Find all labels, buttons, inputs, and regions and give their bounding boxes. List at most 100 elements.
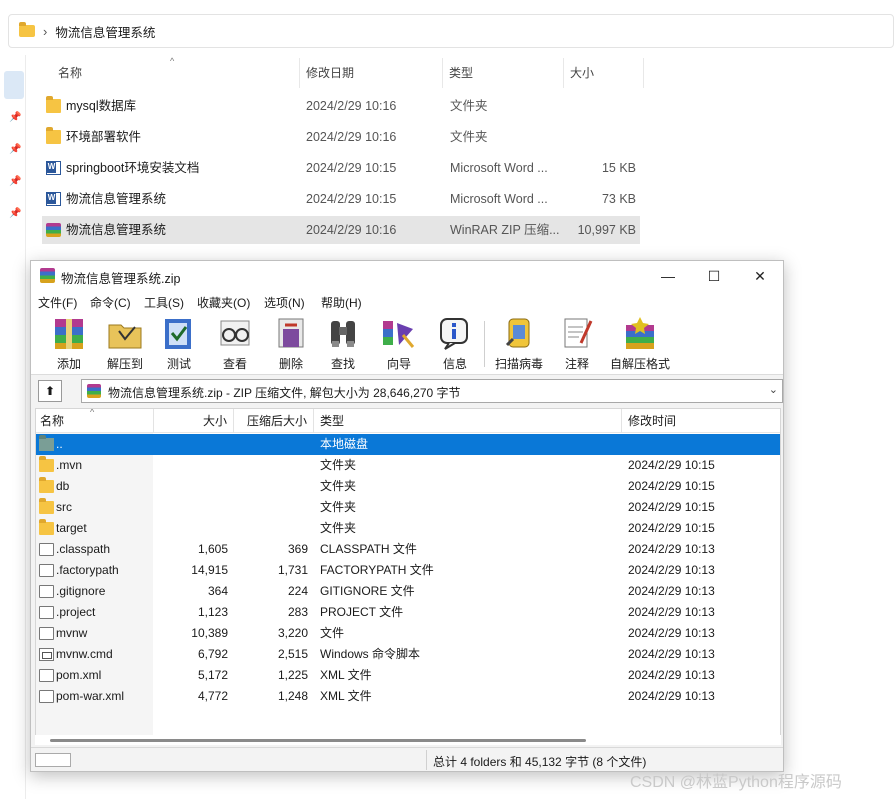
entry-type: 文件 xyxy=(320,626,345,640)
entry-modified: 2024/2/29 10:13 xyxy=(628,647,715,661)
entry-modified: 2024/2/29 10:13 xyxy=(628,626,715,640)
list-row[interactable]: target 文件夹 2024/2/29 10:15 xyxy=(36,518,780,539)
nav-selected-item[interactable] xyxy=(4,71,24,99)
menu-help[interactable]: 帮助(H) xyxy=(321,294,362,311)
add-button[interactable]: 添加 xyxy=(45,315,93,373)
zip-archive-icon xyxy=(87,384,101,398)
explorer-row[interactable]: springboot环境安装文档 2024/2/29 10:15 Microso… xyxy=(42,154,640,182)
watermark-text: CSDN @林蓝Python程序源码 xyxy=(630,774,842,791)
scan-virus-button[interactable]: 扫描病毒 xyxy=(493,315,545,373)
entry-modified: 2024/2/29 10:13 xyxy=(628,689,715,703)
explorer-row[interactable]: 环境部署软件 2024/2/29 10:16 文件夹 xyxy=(42,123,640,151)
sfx-button[interactable]: 自解压格式 xyxy=(609,315,671,373)
comment-label: 注释 xyxy=(564,357,589,371)
pin-icon[interactable]: 📌 xyxy=(9,113,21,123)
view-button[interactable]: 查看 xyxy=(213,315,257,373)
scrollbar-thumb[interactable] xyxy=(50,739,586,742)
comment-icon xyxy=(557,315,597,351)
explorer-row-selected[interactable]: 物流信息管理系统 2024/2/29 10:16 WinRAR ZIP 压缩..… xyxy=(42,216,640,244)
list-column-type[interactable]: 类型 xyxy=(314,409,622,433)
winrar-window: 物流信息管理系统.zip — ☐ ✕ 文件(F) 命令(C) 工具(S) 收藏夹… xyxy=(30,260,784,772)
add-archive-icon xyxy=(49,315,89,351)
list-row[interactable]: .mvn 文件夹 2024/2/29 10:15 xyxy=(36,455,780,476)
menu-favorites[interactable]: 收藏夹(O) xyxy=(197,294,250,311)
explorer-row[interactable]: mysql数据库 2024/2/29 10:16 文件夹 xyxy=(42,92,640,120)
list-column-name[interactable]: 名称 xyxy=(36,409,154,433)
file-date: 2024/2/29 10:15 xyxy=(306,192,397,206)
info-label: 信息 xyxy=(442,357,467,371)
entry-modified: 2024/2/29 10:13 xyxy=(628,584,715,598)
list-row[interactable]: .factorypath 14,915 1,731 FACTORYPATH 文件… xyxy=(36,560,780,581)
menu-commands[interactable]: 命令(C) xyxy=(90,294,131,311)
entry-packed: 1,731 xyxy=(277,563,308,577)
entry-name: pom.xml xyxy=(56,668,102,682)
folder-icon xyxy=(39,456,54,472)
list-row[interactable]: pom.xml 5,172 1,225 XML 文件 2024/2/29 10:… xyxy=(36,665,780,686)
file-type: Microsoft Word ... xyxy=(450,192,548,206)
list-row[interactable]: mvnw.cmd 6,792 2,515 Windows 命令脚本 2024/2… xyxy=(36,644,780,665)
list-row[interactable]: .gitignore 364 224 GITIGNORE 文件 2024/2/2… xyxy=(36,581,780,602)
list-row[interactable]: pom-war.xml 4,772 1,248 XML 文件 2024/2/29… xyxy=(36,686,780,707)
menu-file[interactable]: 文件(F) xyxy=(38,294,77,311)
minimize-button[interactable]: — xyxy=(645,261,691,291)
close-button[interactable]: ✕ xyxy=(737,261,783,291)
info-button[interactable]: 信息 xyxy=(433,315,477,373)
explorer-row[interactable]: 物流信息管理系统 2024/2/29 10:15 Microsoft Word … xyxy=(42,185,640,213)
list-row[interactable]: .project 1,123 283 PROJECT 文件 2024/2/29 … xyxy=(36,602,780,623)
test-button[interactable]: 测试 xyxy=(157,315,201,373)
pin-icon[interactable]: 📌 xyxy=(9,145,21,155)
path-row: ⬆ 物流信息管理系统.zip - ZIP 压缩文件, 解包大小为 28,646,… xyxy=(31,376,783,406)
address-bar[interactable]: › 物流信息管理系统 xyxy=(8,14,894,48)
column-date[interactable]: 修改日期 xyxy=(300,58,443,88)
list-row-selected[interactable]: .. 本地磁盘 xyxy=(36,434,780,455)
comment-button[interactable]: 注释 xyxy=(557,315,597,373)
find-button[interactable]: 查找 xyxy=(321,315,365,373)
column-name[interactable]: 名称 xyxy=(42,58,300,88)
list-row[interactable]: src 文件夹 2024/2/29 10:15 xyxy=(36,497,780,518)
delete-icon xyxy=(271,315,311,351)
chevron-right-icon[interactable]: › xyxy=(43,24,47,39)
up-arrow-icon: ⬆ xyxy=(44,384,56,398)
pin-icon[interactable]: 📌 xyxy=(9,177,21,187)
list-row[interactable]: db 文件夹 2024/2/29 10:15 xyxy=(36,476,780,497)
entry-type: 文件夹 xyxy=(320,521,357,535)
view-glasses-icon xyxy=(215,315,255,351)
horizontal-scrollbar[interactable] xyxy=(35,735,781,745)
word-doc-icon xyxy=(46,192,61,206)
maximize-button[interactable]: ☐ xyxy=(691,261,737,291)
entry-type: GITIGNORE 文件 xyxy=(320,584,415,598)
up-one-level-button[interactable]: ⬆ xyxy=(38,380,62,402)
file-date: 2024/2/29 10:15 xyxy=(306,161,397,175)
archive-path-combobox[interactable]: 物流信息管理系统.zip - ZIP 压缩文件, 解包大小为 28,646,27… xyxy=(81,379,783,403)
list-row[interactable]: .classpath 1,605 369 CLASSPATH 文件 2024/2… xyxy=(36,539,780,560)
toolbar: 添加 解压到 测试 查看 删除 查找 向导 信息 扫描病毒 注释 自解压格式 xyxy=(31,313,783,375)
column-size[interactable]: 大小 xyxy=(564,58,644,88)
file-icon xyxy=(39,543,54,556)
menu-options[interactable]: 选项(N) xyxy=(264,294,305,311)
add-label: 添加 xyxy=(56,357,81,371)
file-name: 物流信息管理系统 xyxy=(66,223,167,237)
list-column-packed[interactable]: 压缩后大小 xyxy=(234,409,314,433)
title-bar[interactable]: 物流信息管理系统.zip — ☐ ✕ xyxy=(31,261,783,291)
file-icon xyxy=(39,564,54,577)
breadcrumb[interactable]: 物流信息管理系统 xyxy=(55,22,155,41)
drive-status-icon[interactable] xyxy=(35,753,71,767)
entry-name: .gitignore xyxy=(56,584,106,598)
wizard-button[interactable]: 向导 xyxy=(375,315,423,373)
column-type[interactable]: 类型 xyxy=(443,58,564,88)
entry-name: pom-war.xml xyxy=(56,689,125,703)
extract-to-button[interactable]: 解压到 xyxy=(101,315,149,373)
list-column-modified[interactable]: 修改时间 xyxy=(622,409,780,433)
chevron-down-icon[interactable]: ⌄ xyxy=(769,383,778,396)
sort-ascending-icon: ^ xyxy=(90,408,95,417)
delete-button[interactable]: 删除 xyxy=(269,315,313,373)
window-title: 物流信息管理系统.zip xyxy=(61,272,181,286)
pin-icon[interactable]: 📌 xyxy=(9,209,21,219)
status-separator xyxy=(426,750,427,770)
entry-type: XML 文件 xyxy=(320,689,372,703)
list-column-size[interactable]: 大小 xyxy=(154,409,234,433)
entry-type: 文件夹 xyxy=(320,500,357,514)
file-type: Microsoft Word ... xyxy=(450,161,548,175)
list-row[interactable]: mvnw 10,389 3,220 文件 2024/2/29 10:13 xyxy=(36,623,780,644)
menu-tools[interactable]: 工具(S) xyxy=(144,294,184,311)
